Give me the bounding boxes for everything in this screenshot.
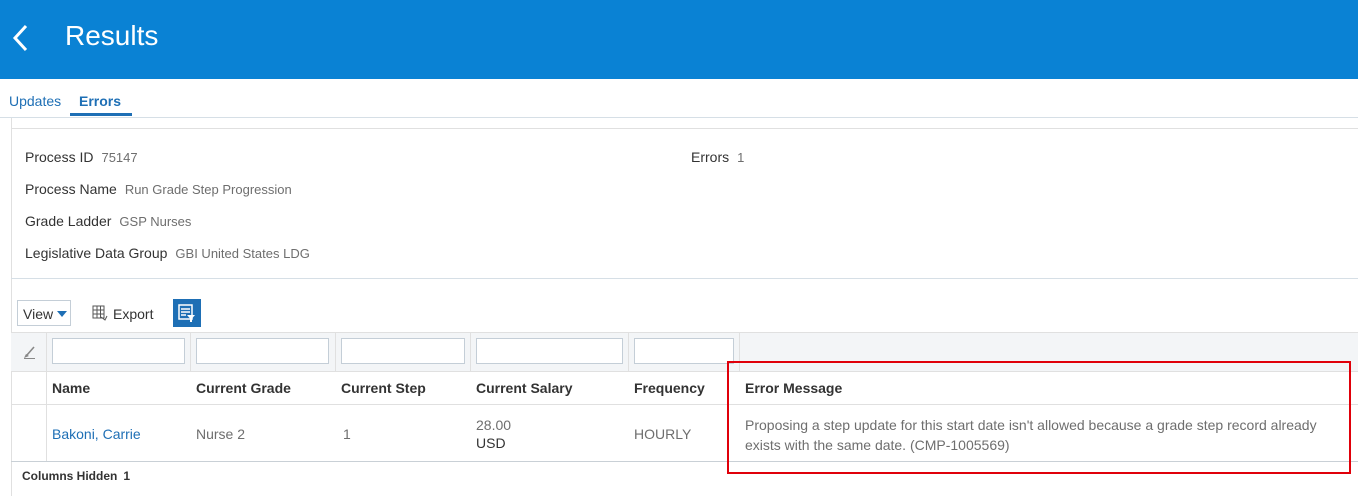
errors-count-label: Errors [691,149,730,165]
tab-bar: Updates Errors [0,79,1358,118]
process-id-value: 75147 [101,150,138,165]
export-spreadsheet-icon [92,305,108,321]
page-title: Results [65,20,159,51]
current-step-cell: 1 [343,426,351,442]
divider [0,117,1358,118]
current-salary-currency: USD [476,435,506,451]
chevron-left-icon[interactable] [10,22,32,54]
current-salary-filter-input[interactable] [476,338,623,364]
column-header-frequency[interactable]: Frequency [634,380,705,396]
error-message-highlight [727,361,1351,474]
export-label: Export [113,306,154,322]
query-by-example-button[interactable] [173,299,201,327]
clear-filter-icon[interactable] [23,345,37,359]
tab-updates[interactable]: Updates [9,93,61,109]
frequency-cell: HOURLY [634,426,692,442]
tab-errors[interactable]: Errors [79,93,121,109]
errors-count-field: Errors 1 [691,149,744,165]
active-tab-indicator [70,113,132,116]
grade-ladder-field: Grade Ladder GSP Nurses [25,213,191,229]
ldg-field: Legislative Data Group GBI United States … [25,245,310,261]
view-label: View [23,306,54,322]
column-header-name[interactable]: Name [52,380,90,396]
column-header-current-salary[interactable]: Current Salary [476,380,572,396]
column-header-current-grade[interactable]: Current Grade [196,380,291,396]
columns-hidden-count: 1 [123,469,131,483]
frequency-filter-input[interactable] [634,338,734,364]
column-header-current-step[interactable]: Current Step [341,380,426,396]
grade-ladder-label: Grade Ladder [25,213,112,229]
process-name-field: Process Name Run Grade Step Progression [25,181,292,197]
divider [470,333,471,371]
divider [628,333,629,371]
process-name-value: Run Grade Step Progression [124,182,292,197]
process-name-label: Process Name [25,181,117,197]
view-menu-button[interactable]: View [17,300,71,326]
process-id-field: Process ID 75147 [25,149,138,165]
employee-name-link[interactable]: Bakoni, Carrie [52,426,141,442]
name-filter-input[interactable] [52,338,185,364]
ldg-value: GBI United States LDG [175,246,310,261]
divider [335,333,336,371]
divider [11,278,1358,279]
divider [11,128,1358,129]
current-salary-amount: 28.00 [476,417,512,433]
process-id-label: Process ID [25,149,94,165]
current-grade-filter-input[interactable] [196,338,329,364]
query-by-example-icon [178,304,195,322]
errors-count-value: 1 [737,150,745,165]
ldg-label: Legislative Data Group [25,245,168,261]
columns-hidden-status: Columns Hidden 1 [22,469,130,483]
current-grade-cell: Nurse 2 [196,426,246,442]
current-step-filter-input[interactable] [341,338,465,364]
caret-down-icon [57,311,67,317]
page-header: Results [0,0,1358,79]
grade-ladder-value: GSP Nurses [119,214,192,229]
divider [190,333,191,371]
divider [46,333,47,371]
columns-hidden-label: Columns Hidden [22,469,118,483]
